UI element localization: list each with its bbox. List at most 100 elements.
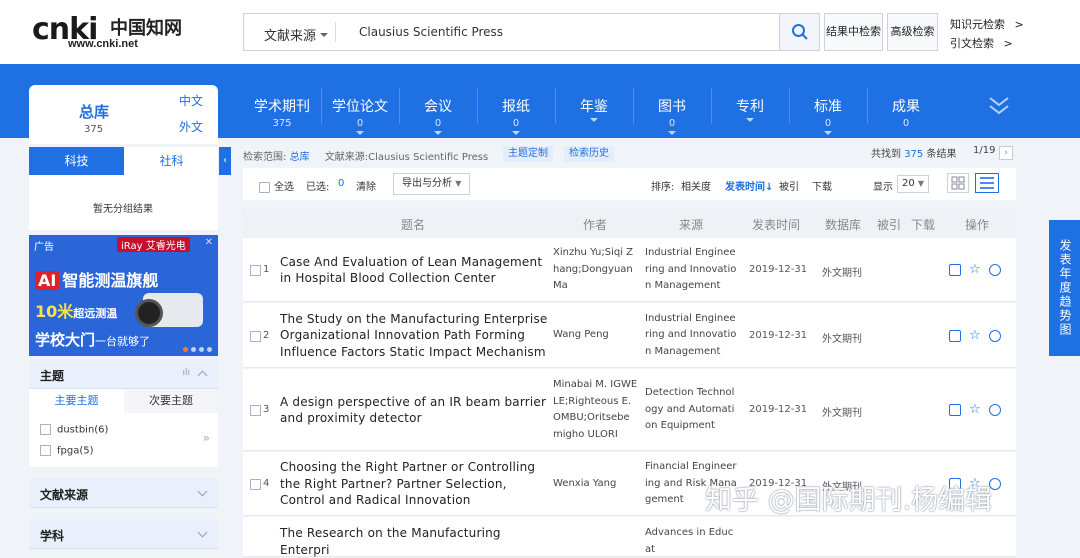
page-size-select[interactable]: 20 ▼ [897,175,930,193]
clear-button[interactable]: 清除 [356,178,376,193]
tab-sub-topic[interactable]: 次要主题 [124,389,218,413]
topic-checkbox[interactable] [40,424,51,435]
advanced-search-button[interactable]: 高级检索 [887,13,938,51]
found-count: 375 [904,149,924,160]
row-checkbox[interactable] [250,265,261,276]
article-title-link[interactable]: The Study on the Manufacturing Enterpris… [280,311,548,361]
source-journal-link[interactable]: Detection Technology and Automation Equi… [645,385,739,435]
ad-line2-main: 10米 [35,302,74,321]
topic-item[interactable]: dustbin(6) [40,424,108,436]
sort-cited[interactable]: 被引 [779,178,799,193]
list-view-icon[interactable] [975,173,999,193]
expand-more-icon[interactable]: » [203,431,210,445]
chevron-down-icon[interactable] [197,527,208,538]
select-all-checkbox[interactable] [259,181,270,193]
copy-icon[interactable] [949,329,961,342]
sort-download[interactable]: 下载 [812,178,832,193]
select-all[interactable]: 全选 [259,178,294,193]
source-facet-header[interactable]: 文献来源 [29,478,218,508]
collapse-chevron-icon[interactable] [988,96,1010,116]
source-journal-link[interactable]: Industrial Engineering and Innovation Ma… [645,245,739,295]
table-row[interactable]: 1 Case And Evaluation of Lean Management … [243,238,1016,302]
thermal-camera-image [135,293,203,327]
star-icon[interactable]: ☆ [969,263,981,276]
nav-tab[interactable]: 成果 0 [867,96,945,129]
chevron-down-icon[interactable] [197,486,208,497]
quote-icon[interactable] [989,329,1001,342]
nav-tab[interactable]: 报纸 0 [477,96,555,139]
search-button[interactable] [779,14,819,50]
sort-label: 排序: [651,182,675,193]
table-row[interactable]: 2 The Study on the Manufacturing Enterpri… [243,303,1016,368]
tab-science[interactable]: 科技 [29,147,124,175]
author-names[interactable]: Wenxia Yang [553,476,639,493]
row-number: 4 [263,478,270,489]
knowledge-search-link[interactable]: 知识元检索 [950,16,1024,32]
total-library-label[interactable]: 总库 [79,101,109,122]
article-title-link[interactable]: The Research on the Manufacturing Enterp… [280,525,548,558]
search-history-button[interactable]: 检索历史 [564,146,614,162]
nav-tab-label: 标准 [814,99,842,115]
source-journal-link[interactable]: Advances in Educat [645,525,739,558]
page-indicator: 1/19 [973,145,996,156]
results-table-header: 题名 作者 来源 发表时间 数据库 被引 下载 操作 [243,209,1016,237]
search-input[interactable]: Clausius Scientific Press [359,25,503,39]
copy-icon[interactable] [949,404,961,416]
ad-close-icon[interactable]: ✕ [205,237,213,248]
selected-label: 已选: [306,182,330,193]
col-download[interactable]: 下载 [911,216,935,233]
row-checkbox[interactable] [250,330,261,342]
lang-chinese-link[interactable]: 中文 [179,92,203,109]
nav-tab[interactable]: 标准 0 [789,96,867,139]
nav-tab[interactable]: 专利 [711,96,789,126]
export-analyze-dropdown[interactable]: 导出与分析 ▼ [393,173,471,195]
topic-customize-button[interactable]: 主题定制 [503,146,553,162]
author-names[interactable]: Minabai M. IGWELE;Righteous E. OMBU;Orit… [553,377,639,443]
sort-relevance[interactable]: 相关度 [681,178,711,193]
article-title-link[interactable]: Choosing the Right Partner or Controllin… [280,459,548,509]
next-page-icon[interactable]: › [999,146,1013,160]
publication-year-trend-tab[interactable]: 发表年度趋势图 [1049,220,1080,356]
quote-icon[interactable] [989,404,1001,416]
advertisement-banner[interactable]: 广告 iRay 艾睿光电 ✕ AI 智能测温旗舰 10米超远测温 学校大门一台就够… [29,235,218,356]
article-title-link[interactable]: Case And Evaluation of Lean Management i… [280,254,548,287]
nav-tab[interactable]: 会议 0 [399,96,477,139]
quote-icon[interactable] [989,264,1001,276]
lang-foreign-link[interactable]: 外文 [179,118,203,135]
table-row[interactable]: The Research on the Manufacturing Enterp… [243,517,1016,557]
col-date[interactable]: 发表时间 [752,216,800,233]
nav-tab[interactable]: 学位论文 0 [321,96,399,139]
cnki-logo[interactable]: cnki 中国知网 www.cnki.net [32,12,182,52]
ad-carousel-dots[interactable] [183,347,212,352]
source-journal-link[interactable]: Industrial Engineering and Innovation Ma… [645,311,739,361]
nav-tab[interactable]: 年鉴 [555,96,633,126]
row-checkbox[interactable] [250,479,261,490]
topic-item[interactable]: fpga(5) [40,445,94,457]
nav-tab[interactable]: 图书 0 [633,96,711,139]
citation-search-link[interactable]: 引文检索 [950,35,1013,51]
table-row[interactable]: 3 A design perspective of an IR beam barr… [243,369,1016,451]
search-in-results-button[interactable]: 结果中检索 [824,13,883,51]
col-operations: 操作 [965,218,990,232]
row-checkbox[interactable] [250,405,261,416]
topic-checkbox[interactable] [40,445,51,456]
tab-main-topic[interactable]: 主要主题 [29,389,124,413]
subject-facet-header[interactable]: 学科 [29,519,218,549]
col-cited[interactable]: 被引 [877,216,901,233]
sidebar-collapse-arrow-icon[interactable]: ‹ [219,147,231,175]
copy-icon[interactable] [949,264,961,276]
grid-view-icon[interactable] [947,173,969,193]
author-names[interactable]: Wang Peng [553,327,639,344]
bar-chart-icon[interactable]: ılı [182,368,190,378]
chevron-up-icon[interactable] [197,370,208,381]
nav-tab[interactable]: 学术期刊 375 [243,96,321,129]
topic-facet-header[interactable]: 主题 ılı [29,359,218,389]
star-icon[interactable]: ☆ [969,329,981,342]
sort-date[interactable]: 发表时间↓ [725,178,773,193]
selected-count: 0 [338,178,345,189]
article-title-link[interactable]: A design perspective of an IR beam barri… [280,394,548,427]
tab-social-science[interactable]: 社科 [124,147,219,175]
star-icon[interactable]: ☆ [969,403,981,416]
author-names[interactable]: Xinzhu Yu;Siqi Zhang;Dongyuan Ma [553,245,639,295]
search-source-select[interactable]: 文献来源 [264,25,328,44]
